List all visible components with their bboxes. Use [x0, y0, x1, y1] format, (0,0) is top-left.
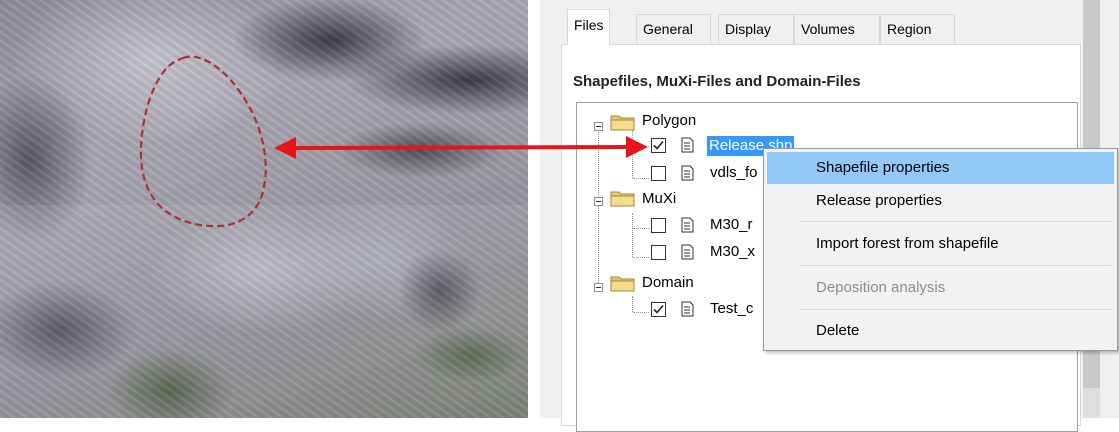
folder-icon [610, 276, 635, 292]
aerial-photo [0, 0, 528, 418]
checkbox-test[interactable] [651, 302, 666, 317]
file-icon [681, 244, 694, 260]
menu-item-import-forest[interactable]: Import forest from shapefile [767, 228, 1114, 260]
menu-item-deposition-analysis[interactable]: Deposition analysis [767, 272, 1114, 304]
folder-icon [610, 191, 635, 207]
file-icon [681, 217, 694, 233]
menu-item-release-properties[interactable]: Release properties [767, 185, 1114, 217]
checkbox-m30-r[interactable] [651, 218, 666, 233]
tab-general[interactable]: General [636, 14, 711, 44]
tree-item-vdls[interactable]: vdls_fo [710, 164, 758, 181]
checkmark-icon [653, 304, 664, 314]
menu-item-shapefile-properties[interactable]: Shapefile properties [767, 152, 1114, 184]
collapse-icon[interactable] [594, 283, 603, 292]
tree-group-muxi[interactable]: MuXi [642, 190, 676, 207]
collapse-icon[interactable] [594, 122, 603, 131]
checkbox-release[interactable] [651, 138, 666, 153]
menu-separator [800, 221, 1111, 222]
collapse-icon[interactable] [594, 197, 603, 206]
tree-item-test[interactable]: Test_c [710, 300, 753, 317]
menu-separator [800, 309, 1111, 310]
tree-line [598, 125, 600, 287]
tab-files[interactable]: Files [567, 9, 610, 45]
tree-line [633, 257, 649, 259]
tab-volumes[interactable]: Volumes [794, 14, 880, 44]
tree-group-domain[interactable]: Domain [642, 274, 694, 291]
folder-icon [610, 115, 635, 131]
tree-line [633, 312, 649, 314]
file-icon [681, 137, 694, 153]
tree-item-m30-r[interactable]: M30_r [710, 216, 753, 233]
tree-group-polygon[interactable]: Polygon [642, 112, 696, 129]
context-menu: Shapefile properties Release properties … [763, 148, 1118, 351]
checkbox-m30-x[interactable] [651, 245, 666, 260]
tree-item-m30-x[interactable]: M30_x [710, 243, 755, 260]
tree-line [632, 296, 634, 312]
tree-line [632, 130, 634, 178]
tab-region[interactable]: Region [880, 14, 955, 44]
tree-line [633, 178, 649, 180]
file-icon [681, 301, 694, 317]
tree-line [633, 228, 649, 230]
checkbox-vdls[interactable] [651, 166, 666, 181]
menu-separator [800, 265, 1111, 266]
file-icon [681, 165, 694, 181]
tree-line [632, 213, 634, 257]
checkmark-icon [653, 140, 664, 150]
menu-item-delete[interactable]: Delete [767, 315, 1114, 347]
tab-display[interactable]: Display [718, 14, 794, 44]
tree-line [633, 146, 649, 148]
section-title: Shapefiles, MuXi-Files and Domain-Files [573, 73, 861, 90]
